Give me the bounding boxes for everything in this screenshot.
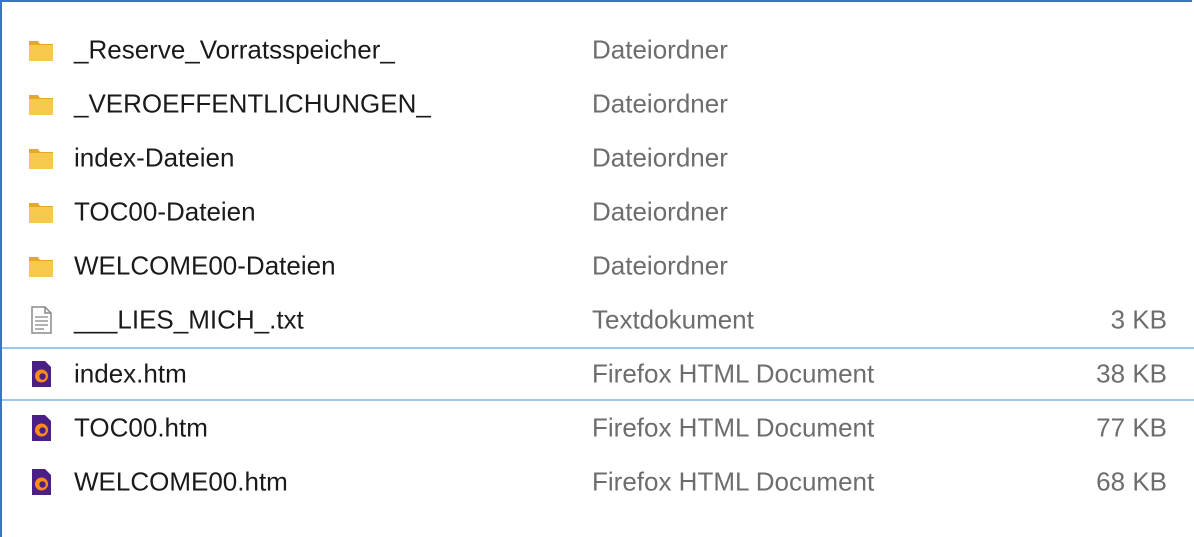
file-name: ___LIES_MICH_.txt [74, 304, 304, 335]
file-type: Firefox HTML Document [592, 358, 875, 389]
firefox-document-icon [26, 359, 56, 389]
file-type: Dateiordner [592, 196, 728, 227]
firefox-document-icon [26, 467, 56, 497]
file-name: TOC00.htm [74, 412, 208, 443]
file-name: TOC00-Dateien [74, 196, 256, 227]
folder-icon [26, 251, 56, 281]
file-name: WELCOME00-Dateien [74, 250, 336, 281]
folder-icon [26, 143, 56, 173]
file-type: Firefox HTML Document [592, 466, 875, 497]
folder-icon [26, 197, 56, 227]
file-name: index.htm [74, 358, 187, 389]
file-row[interactable]: _Reserve_Vorratsspeicher_ Dateiordner [2, 23, 1194, 77]
text-file-icon [26, 305, 56, 335]
file-size: 77 KB [1096, 412, 1167, 443]
file-row[interactable]: TOC00-Dateien Dateiordner [2, 185, 1194, 239]
file-row[interactable]: _VEROEFFENTLICHUNGEN_ Dateiordner [2, 77, 1194, 131]
file-type: Dateiordner [592, 250, 728, 281]
file-row[interactable]: WELCOME00-Dateien Dateiordner [2, 239, 1194, 293]
folder-icon [26, 35, 56, 65]
file-name: _VEROEFFENTLICHUNGEN_ [74, 88, 431, 119]
file-size: 38 KB [1096, 358, 1167, 389]
file-name: index-Dateien [74, 142, 235, 173]
file-size: 68 KB [1096, 466, 1167, 497]
file-list: _Reserve_Vorratsspeicher_ Dateiordner _V… [2, 23, 1194, 509]
file-name: WELCOME00.htm [74, 466, 288, 497]
file-type: Dateiordner [592, 142, 728, 173]
folder-icon [26, 89, 56, 119]
file-explorer-window: _Reserve_Vorratsspeicher_ Dateiordner _V… [0, 0, 1194, 537]
file-type: Firefox HTML Document [592, 412, 875, 443]
firefox-document-icon [26, 413, 56, 443]
file-row[interactable]: WELCOME00.htm Firefox HTML Document 68 K… [2, 455, 1194, 509]
file-type: Dateiordner [592, 34, 728, 65]
file-row[interactable]: index-Dateien Dateiordner [2, 131, 1194, 185]
file-size: 3 KB [1110, 304, 1167, 335]
file-row[interactable]: ___LIES_MICH_.txt Textdokument 3 KB [2, 293, 1194, 347]
file-name: _Reserve_Vorratsspeicher_ [74, 34, 395, 65]
file-type: Dateiordner [592, 88, 728, 119]
file-row[interactable]: TOC00.htm Firefox HTML Document 77 KB [2, 401, 1194, 455]
file-row-focused[interactable]: index.htm Firefox HTML Document 38 KB [2, 347, 1194, 401]
file-type: Textdokument [592, 304, 754, 335]
